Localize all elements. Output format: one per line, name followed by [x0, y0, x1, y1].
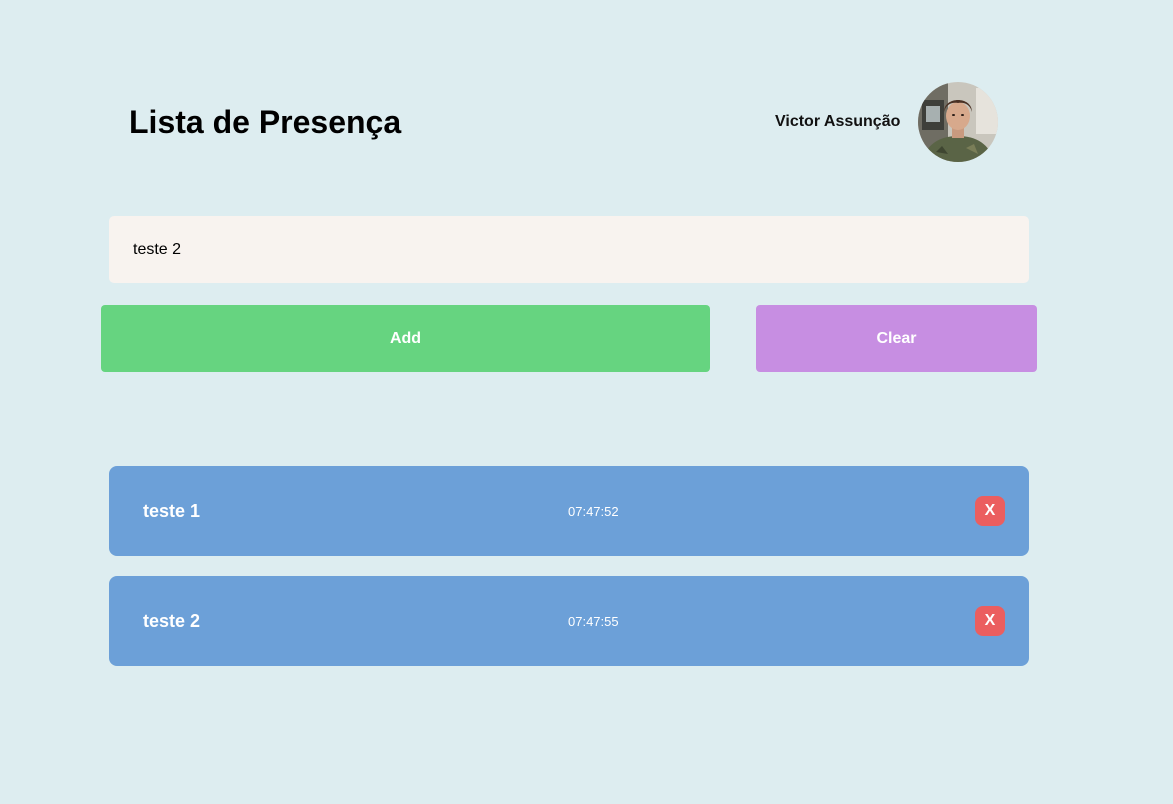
attendee-time: 07:47:52 [568, 504, 619, 519]
name-input[interactable] [109, 216, 1029, 283]
clear-button[interactable]: Clear [756, 305, 1037, 372]
list-item: teste 1 07:47:52 X [109, 466, 1029, 556]
remove-button[interactable]: X [975, 606, 1005, 636]
attendee-name: teste 1 [143, 501, 201, 521]
remove-button[interactable]: X [975, 496, 1005, 526]
list-item: teste 2 07:47:55 X [109, 576, 1029, 666]
add-button[interactable]: Add [101, 305, 710, 372]
user-name: Victor Assunção [775, 113, 901, 130]
attendee-time: 07:47:55 [568, 614, 619, 629]
attendee-name: teste 2 [143, 611, 201, 631]
avatar [918, 82, 998, 162]
page-title: Lista de Presença [129, 104, 402, 140]
avatar-photo-icon [918, 82, 998, 162]
